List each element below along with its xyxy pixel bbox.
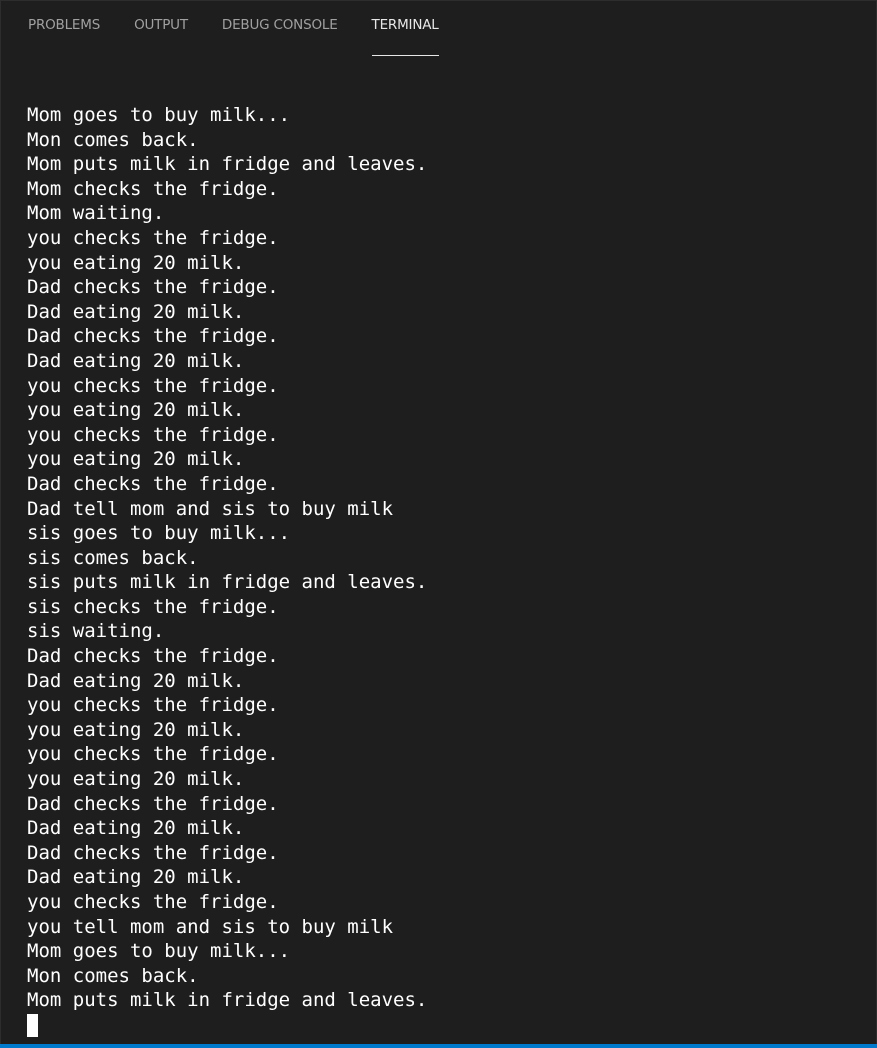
tab-problems[interactable]: PROBLEMS: [28, 0, 100, 39]
panel-tab-bar: PROBLEMS OUTPUT DEBUG CONSOLE TERMINAL: [28, 0, 473, 56]
terminal-line: Dad tell mom and sis to buy milk: [27, 497, 394, 520]
terminal-line: you eating 20 milk.: [27, 399, 245, 422]
terminal-line: Mom goes to buy milk...: [27, 104, 291, 126]
terminal-line: sis waiting.: [27, 620, 165, 643]
terminal-line: you eating 20 milk.: [27, 718, 245, 741]
terminal-line: you checks the fridge.: [27, 891, 279, 913]
terminal-line: you checks the fridge.: [27, 743, 279, 766]
terminal-line: sis puts milk in fridge and leaves.: [27, 571, 428, 594]
terminal-line: Dad eating 20 milk.: [27, 669, 245, 692]
terminal-line: Mom waiting.: [27, 202, 165, 225]
terminal-line: you checks the fridge.: [27, 374, 279, 397]
terminal-line: you checks the fridge.: [27, 226, 279, 249]
terminal-prompt-line[interactable]: [27, 1013, 867, 1038]
terminal-line: Dad checks the fridge.: [27, 325, 279, 348]
terminal-line: Dad checks the fridge.: [27, 276, 279, 299]
terminal-line: you eating 20 milk.: [27, 251, 245, 274]
terminal-line: Dad checks the fridge.: [27, 792, 279, 815]
terminal-line: sis checks the fridge.: [27, 595, 279, 618]
terminal-line: Mon comes back.: [27, 128, 199, 151]
terminal-line: you checks the fridge.: [27, 694, 279, 717]
status-bar: [0, 1044, 877, 1048]
terminal-line: Dad eating 20 milk.: [27, 866, 245, 889]
terminal-line: Mom puts milk in fridge and leaves.: [27, 989, 428, 1012]
terminal-line: Dad eating 20 milk.: [27, 349, 245, 372]
terminal-line: you eating 20 milk.: [27, 768, 245, 791]
terminal-line: Mom puts milk in fridge and leaves.: [27, 153, 428, 176]
terminal-line: you checks the fridge.: [27, 423, 279, 446]
terminal-line: Dad checks the fridge.: [27, 472, 279, 495]
terminal-line: sis comes back.: [27, 546, 199, 569]
terminal-line: you eating 20 milk.: [27, 448, 245, 471]
tab-debug-console[interactable]: DEBUG CONSOLE: [222, 0, 338, 39]
terminal-line: Dad checks the fridge.: [27, 645, 279, 668]
terminal-cursor: [27, 1013, 38, 1037]
bottom-panel: PROBLEMS OUTPUT DEBUG CONSOLE TERMINAL M…: [0, 0, 877, 1044]
terminal-line: sis goes to buy milk...: [27, 522, 291, 545]
tab-output[interactable]: OUTPUT: [134, 0, 188, 39]
tab-terminal[interactable]: TERMINAL: [371, 0, 439, 56]
terminal-line: Mom checks the fridge.: [27, 177, 279, 200]
terminal-line: Dad eating 20 milk.: [27, 817, 245, 840]
terminal-line: Dad checks the fridge.: [27, 841, 279, 864]
terminal-output[interactable]: Mom goes to buy milk... Mon comes back. Mo…: [27, 103, 867, 1038]
terminal-line: Mom goes to buy milk...: [27, 940, 291, 963]
terminal-line: Dad eating 20 milk.: [27, 300, 245, 323]
terminal-line: you tell mom and sis to buy milk: [27, 915, 394, 938]
terminal-line: Mon comes back.: [27, 964, 199, 987]
